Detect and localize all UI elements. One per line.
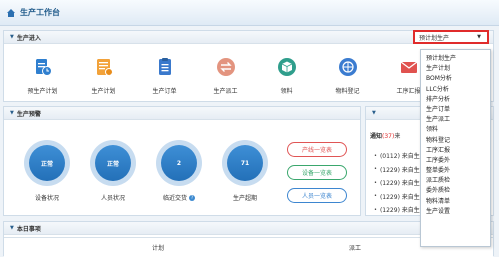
entry-item-label: 工序汇报 bbox=[396, 88, 421, 95]
status-label: 设备状况 bbox=[35, 193, 59, 202]
list-item[interactable]: • (1229) 来自生 bbox=[374, 163, 420, 177]
doc-clock-icon bbox=[35, 59, 52, 76]
module-dropdown-list: 预计划生产 生产计划 BOM分析 LLC分析 排产分析 生产订单 生产派工 领料… bbox=[420, 49, 491, 247]
dropdown-option[interactable]: BOM分析 bbox=[421, 74, 490, 84]
notice-text: (0112) 来自生 bbox=[379, 153, 420, 161]
chevron-down-icon: ▼ bbox=[477, 34, 481, 40]
dropdown-option[interactable]: 生产派工 bbox=[421, 115, 490, 125]
notice-text: (1229) 来自生 bbox=[379, 180, 420, 188]
dropdown-option[interactable]: 物料登记 bbox=[421, 136, 490, 146]
status-value: 2 bbox=[161, 145, 197, 181]
equipment-overview-button[interactable]: 设备一览表 bbox=[287, 165, 347, 180]
notice-tab-suffix: 来 bbox=[394, 133, 401, 140]
notice-tab[interactable]: 通知(37)来 bbox=[370, 131, 400, 140]
notice-count: (37) bbox=[382, 133, 395, 140]
column-header-plan: 计划 bbox=[152, 245, 165, 252]
title-bar: 生产工作台 bbox=[0, 0, 499, 26]
today-heading: 本日事项 bbox=[16, 225, 41, 233]
collapse-triangle-icon[interactable]: ▼ bbox=[10, 225, 14, 231]
entry-item-picking[interactable]: 领料 bbox=[256, 57, 317, 95]
plan-list-icon bbox=[96, 59, 113, 76]
status-ring: 正常 bbox=[24, 140, 70, 186]
collapse-triangle-icon[interactable]: ▼ bbox=[10, 110, 14, 116]
dropdown-option[interactable]: 整单委外 bbox=[421, 166, 490, 176]
dropdown-option[interactable]: 领料 bbox=[421, 125, 490, 135]
status-label-text: 设备状况 bbox=[34, 195, 59, 202]
status-value: 正常 bbox=[95, 145, 131, 181]
help-icon[interactable]: ? bbox=[189, 194, 195, 201]
dropdown-option[interactable]: 工序委外 bbox=[421, 156, 490, 166]
status-value: 正常 bbox=[29, 145, 65, 181]
warning-equipment[interactable]: 正常 设备状况 bbox=[14, 140, 80, 202]
entry-item-label: 生产计划 bbox=[91, 88, 116, 95]
mail-icon bbox=[400, 61, 417, 73]
dropdown-option[interactable]: 预计划生产 bbox=[421, 54, 490, 64]
entry-item-label: 领料 bbox=[280, 88, 293, 95]
personnel-overview-button[interactable]: 人员一览表 bbox=[287, 188, 347, 203]
collapse-triangle-icon[interactable]: ▼ bbox=[10, 34, 14, 40]
entry-item-dispatch[interactable]: 生产派工 bbox=[195, 57, 256, 95]
list-item[interactable]: • (1229) 来自生 bbox=[374, 203, 420, 217]
dropdown-option[interactable]: 生产设置 bbox=[421, 207, 490, 217]
notice-list: • (0112) 来自生 • (1229) 来自生 • (1229) 来自生 • (12… bbox=[374, 149, 420, 217]
module-select-value: 预计划生产 bbox=[419, 34, 450, 42]
warning-overdue[interactable]: 71 生产超期 bbox=[212, 140, 278, 202]
warning-panel: ▼ 生产预警 正常 设备状况 正常 人员状况 2 临近交货? 71 生产超期 产… bbox=[3, 106, 361, 216]
overview-buttons: 产线一览表 设备一览表 人员一览表 bbox=[287, 142, 347, 203]
module-select[interactable]: 预计划生产 ▼ bbox=[413, 30, 489, 44]
dropdown-option[interactable]: 排产分析 bbox=[421, 95, 490, 105]
collapse-triangle-icon[interactable]: ▼ bbox=[372, 110, 376, 116]
status-label-text: 生产超期 bbox=[232, 195, 257, 202]
dispatch-arrows-icon bbox=[216, 58, 235, 76]
status-ring: 71 bbox=[222, 140, 268, 186]
notice-text: (1229) 来自生 bbox=[379, 207, 420, 215]
page-title: 生产工作台 bbox=[20, 8, 60, 17]
warning-circles: 正常 设备状况 正常 人员状况 2 临近交货? 71 生产超期 bbox=[14, 140, 278, 202]
dropdown-option[interactable]: 生产计划 bbox=[421, 64, 490, 74]
warning-personnel[interactable]: 正常 人员状况 bbox=[80, 140, 146, 202]
entry-item-label: 生产派工 bbox=[213, 88, 238, 95]
status-label: 生产超期 bbox=[233, 193, 257, 202]
status-ring: 正常 bbox=[90, 140, 136, 186]
status-ring: 2 bbox=[156, 140, 202, 186]
warning-near-delivery[interactable]: 2 临近交货? bbox=[146, 140, 212, 202]
notice-text: (1229) 来自生 bbox=[379, 166, 420, 174]
status-label: 人员状况 bbox=[101, 193, 125, 202]
entry-item-label: 预生产计划 bbox=[27, 88, 58, 95]
entry-heading: 生产进入 bbox=[16, 34, 41, 42]
entry-item-pre-plan[interactable]: 预生产计划 bbox=[12, 57, 73, 95]
entry-item-plan[interactable]: 生产计划 bbox=[73, 57, 134, 95]
warning-header: ▼ 生产预警 bbox=[4, 107, 360, 120]
notice-text: (1229) 来自生 bbox=[379, 193, 420, 201]
status-label: 临近交货? bbox=[163, 193, 195, 202]
order-icon bbox=[158, 58, 171, 75]
home-icon bbox=[7, 8, 15, 17]
entry-item-label: 生产订单 bbox=[152, 88, 177, 95]
box-icon bbox=[277, 58, 296, 76]
status-label-text: 临近交货 bbox=[162, 195, 187, 202]
warning-heading: 生产预警 bbox=[16, 110, 41, 118]
notice-tab-label: 通知 bbox=[370, 133, 383, 140]
entry-item-material-register[interactable]: 物料登记 bbox=[317, 57, 378, 95]
globe-icon bbox=[338, 58, 357, 76]
list-item[interactable]: • (1229) 来自生 bbox=[374, 176, 420, 190]
column-header-dispatch: 派工 bbox=[349, 245, 362, 252]
line-overview-button[interactable]: 产线一览表 bbox=[287, 142, 347, 157]
dropdown-option[interactable]: 工序汇报 bbox=[421, 146, 490, 156]
entry-item-order[interactable]: 生产订单 bbox=[134, 57, 195, 95]
dropdown-option[interactable]: LLC分析 bbox=[421, 85, 490, 95]
dropdown-option[interactable]: 物料清单 bbox=[421, 197, 490, 207]
dropdown-option[interactable]: 派工质检 bbox=[421, 176, 490, 186]
dropdown-option[interactable]: 委外质检 bbox=[421, 186, 490, 196]
status-value: 71 bbox=[227, 145, 263, 181]
entry-items: 预生产计划 生产计划 生产订单 生产派工 领料 物料登记 工序汇报 bbox=[12, 57, 439, 95]
status-label-text: 人员状况 bbox=[100, 195, 125, 202]
list-item[interactable]: • (0112) 来自生 bbox=[374, 149, 420, 163]
dropdown-option[interactable]: 生产订单 bbox=[421, 105, 490, 115]
list-item[interactable]: • (1229) 来自生 bbox=[374, 190, 420, 204]
entry-item-label: 物料登记 bbox=[335, 88, 360, 95]
